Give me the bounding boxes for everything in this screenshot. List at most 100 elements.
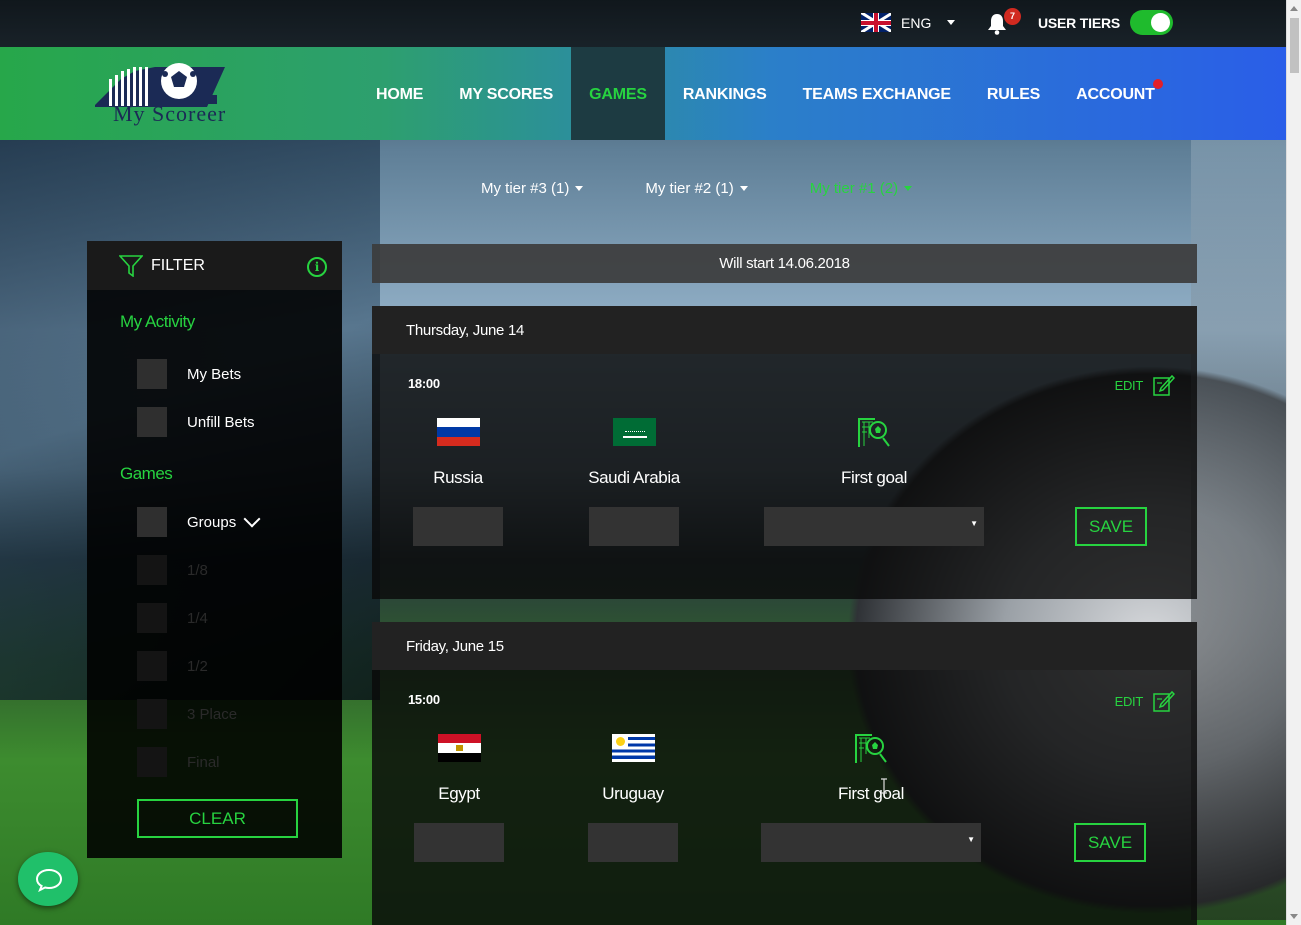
nav-account[interactable]: ACCOUNT xyxy=(1058,47,1173,140)
chat-bubble-icon xyxy=(35,868,63,892)
caret-down-icon xyxy=(575,186,584,191)
info-icon[interactable]: i xyxy=(307,257,327,277)
home-team-name: Egypt xyxy=(438,784,480,803)
day-date: Friday, June 15 xyxy=(372,622,1197,670)
nav-rules[interactable]: RULES xyxy=(969,47,1058,140)
clear-button[interactable]: CLEAR xyxy=(137,799,298,838)
home-team-name: Russia xyxy=(433,468,483,487)
nav-home[interactable]: HOME xyxy=(358,47,441,140)
save-button[interactable]: SAVE xyxy=(1075,507,1147,546)
filter-panel: FILTER i My Activity My Bets Unfill Bets… xyxy=(87,241,342,858)
first-goal-select[interactable] xyxy=(761,823,981,862)
account-notification-dot xyxy=(1152,79,1163,89)
scroll-down-icon[interactable] xyxy=(1290,914,1298,919)
chat-button[interactable] xyxy=(18,852,78,906)
day-card: Thursday, June 14 18:00 EDIT Russia Saud… xyxy=(372,306,1197,599)
checkbox[interactable] xyxy=(137,359,167,389)
home-team: Egypt xyxy=(409,734,509,804)
checkbox[interactable] xyxy=(137,555,167,585)
chevron-down-icon[interactable] xyxy=(243,510,261,528)
away-team: Uruguay xyxy=(583,734,683,804)
nav-account-label: ACCOUNT xyxy=(1076,86,1155,103)
saudi-arabia-flag-icon xyxy=(612,418,656,446)
filter-my-bets[interactable]: My Bets xyxy=(87,350,342,398)
match-row: 15:00 EDIT Egypt Uruguay First goal ▼ SA… xyxy=(372,670,1197,915)
filter-groups[interactable]: Groups xyxy=(87,498,342,546)
nav-my-scores[interactable]: MY SCORES xyxy=(441,47,571,140)
filter-option-label: 1/2 xyxy=(187,657,208,675)
games-title: Games xyxy=(120,464,173,483)
checkbox[interactable] xyxy=(137,651,167,681)
scrollbar-thumb[interactable] xyxy=(1290,18,1299,73)
tier-tab-1[interactable]: My tier #1 (2) xyxy=(809,180,913,197)
nav-menu: HOME MY SCORES GAMES RANKINGS TEAMS EXCH… xyxy=(358,47,1173,140)
filter-third-place[interactable]: 3 Place xyxy=(87,690,342,738)
first-goal-label: First goal xyxy=(841,468,907,487)
filter-option-label: My Bets xyxy=(187,365,242,383)
filter-option-label: 3 Place xyxy=(187,705,238,723)
page-scrollbar[interactable] xyxy=(1286,0,1301,925)
caret-down-icon xyxy=(739,186,748,191)
uruguay-flag-icon xyxy=(611,734,655,762)
day-card: Friday, June 15 15:00 EDIT Egypt Uruguay… xyxy=(372,622,1197,925)
filter-round-of-16[interactable]: 1/8 xyxy=(87,546,342,594)
user-tiers-toggle[interactable] xyxy=(1130,10,1173,35)
tier-tab-label: My tier #2 (1) xyxy=(645,180,734,197)
match-time: 15:00 xyxy=(408,692,440,707)
text-cursor-icon xyxy=(881,778,887,794)
away-team-name: Uruguay xyxy=(602,784,664,803)
edit-label: EDIT xyxy=(1114,693,1144,709)
scroll-up-icon[interactable] xyxy=(1290,6,1298,11)
language-label: ENG xyxy=(901,14,932,31)
checkbox[interactable] xyxy=(137,407,167,437)
checkbox[interactable] xyxy=(137,747,167,777)
edit-button[interactable]: EDIT xyxy=(1115,374,1175,396)
edit-button[interactable]: EDIT xyxy=(1115,690,1175,712)
egypt-flag-icon xyxy=(437,734,481,762)
notification-badge: 7 xyxy=(1004,8,1021,25)
filter-option-label: 1/8 xyxy=(187,561,208,579)
checkbox[interactable] xyxy=(137,603,167,633)
background-ball xyxy=(1191,140,1301,920)
save-button[interactable]: SAVE xyxy=(1074,823,1146,862)
logo-text: My Scoreer xyxy=(113,101,227,126)
edit-icon xyxy=(1153,690,1175,712)
filter-semi-final[interactable]: 1/2 xyxy=(87,642,342,690)
filter-quarter-final[interactable]: 1/4 xyxy=(87,594,342,642)
uk-flag-icon xyxy=(861,13,891,32)
home-score-input[interactable] xyxy=(414,823,504,862)
filter-unfill-bets[interactable]: Unfill Bets xyxy=(87,398,342,446)
filter-header: FILTER i xyxy=(87,241,342,290)
tier-tab-3[interactable]: My tier #3 (1) xyxy=(481,180,584,197)
language-selector[interactable]: ENG xyxy=(861,13,956,32)
filter-option-label: Final xyxy=(187,753,220,771)
first-goal-icon xyxy=(858,418,890,447)
user-tiers-label: USER TIERS xyxy=(1038,15,1121,31)
filter-option-label: Groups xyxy=(187,513,237,531)
away-score-input[interactable] xyxy=(589,507,679,546)
checkbox[interactable] xyxy=(137,699,167,729)
caret-down-icon xyxy=(904,186,913,191)
checkbox[interactable] xyxy=(137,507,167,537)
away-team-name: Saudi Arabia xyxy=(588,468,680,487)
nav-games[interactable]: GAMES xyxy=(571,47,665,140)
top-bar: ENG 7 USER TIERS xyxy=(0,0,1286,47)
main-navbar: My Scoreer HOME MY SCORES GAMES RANKINGS… xyxy=(0,47,1286,140)
day-date: Thursday, June 14 xyxy=(372,306,1197,354)
my-activity-title: My Activity xyxy=(120,312,195,331)
match-row: 18:00 EDIT Russia Saudi Arabia First goa… xyxy=(372,354,1197,599)
first-goal-icon xyxy=(855,734,887,763)
tier-tab-label: My tier #1 (2) xyxy=(809,180,899,197)
nav-teams-exchange[interactable]: TEAMS EXCHANGE xyxy=(785,47,969,140)
first-goal-select[interactable] xyxy=(764,507,984,546)
filter-option-label: Unfill Bets xyxy=(187,413,255,431)
filter-final[interactable]: Final xyxy=(87,738,342,786)
tier-tab-2[interactable]: My tier #2 (1) xyxy=(645,180,748,197)
home-score-input[interactable] xyxy=(413,507,503,546)
tier-tabs: My tier #3 (1) My tier #2 (1) My tier #1… xyxy=(481,180,974,197)
first-goal-label: First goal xyxy=(838,784,904,803)
start-banner: Will start 14.06.2018 xyxy=(372,244,1197,283)
filter-title: FILTER xyxy=(151,256,205,274)
nav-rankings[interactable]: RANKINGS xyxy=(665,47,785,140)
away-score-input[interactable] xyxy=(588,823,678,862)
